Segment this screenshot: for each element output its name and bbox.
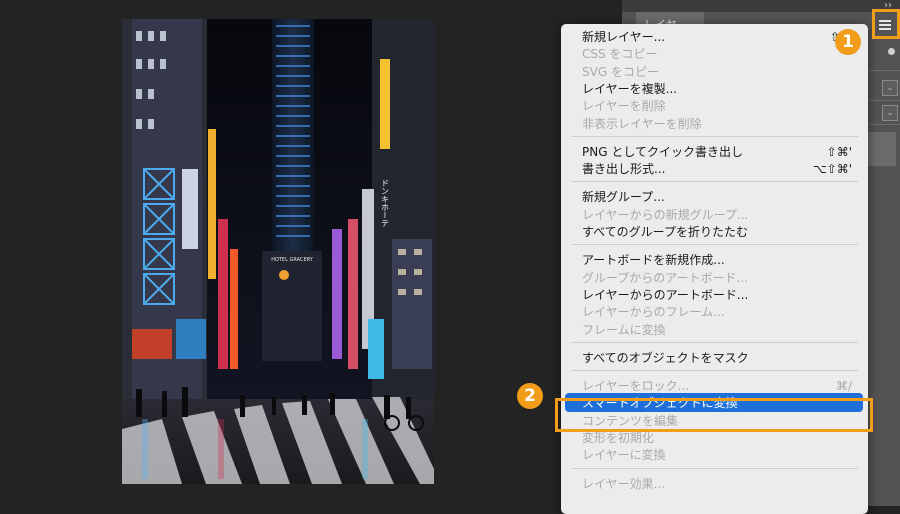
menu-item-label: 変形を初期化 — [582, 431, 655, 445]
menu-button-outline — [872, 9, 900, 39]
menu-item-label: グループからのアートボード... — [582, 270, 749, 285]
night-street-image: HOTEL GRACERY ドンキホーテ — [122, 19, 434, 484]
menu-separator — [571, 341, 858, 343]
menu-item: レイヤーからのフレーム... — [582, 304, 852, 320]
menu-item-label: すべてのグループを折りたたむ — [582, 225, 748, 239]
menu-separator — [571, 370, 858, 372]
menu-item[interactable]: すべてのグループを折りたたむ — [582, 224, 852, 240]
menu-item-label: レイヤーからの新規グループ... — [582, 207, 749, 222]
menu-item-label: すべてのオブジェクトをマスク — [582, 350, 749, 365]
visibility-dot-icon[interactable] — [888, 48, 895, 55]
step-badge-2: 2 — [517, 383, 543, 409]
menu-item[interactable]: 新規レイヤー...⇧⌘ — [582, 29, 852, 45]
menu-separator — [571, 135, 858, 137]
menu-item: SVG をコピー — [582, 64, 852, 80]
menu-item-label: PNG としてクイック書き出し — [582, 144, 743, 159]
menu-separator — [571, 181, 858, 183]
menu-item-label: 書き出し形式... — [582, 162, 666, 177]
panel-divider — [868, 100, 900, 101]
menu-item-label: 新規グループ... — [582, 190, 665, 205]
menu-separator — [571, 467, 858, 469]
menu-item[interactable]: 書き出し形式... ⌥⇧⌘' — [582, 161, 852, 177]
step-badge-1: 1 — [835, 29, 861, 55]
menu-item: 変形を初期化 — [582, 430, 852, 446]
panel-divider — [868, 124, 900, 125]
menu-item-label: レイヤーを削除 — [582, 99, 666, 114]
layer-thumbnail[interactable] — [868, 132, 896, 166]
menu-item[interactable]: すべてのオブジェクトをマスク — [582, 350, 852, 366]
menu-item: レイヤーをロック... ⌘/ — [582, 378, 852, 394]
dropdown-chevron-icon[interactable]: ⌄ — [882, 80, 898, 96]
menu-item-label: レイヤーに変換 — [582, 448, 666, 463]
menu-item: フレームに変換 — [582, 322, 852, 338]
menu-item-outline — [555, 398, 873, 432]
menu-item-label: アートボードを新規作成... — [582, 253, 725, 268]
menu-item-label: レイヤーからのアートボード... — [582, 287, 749, 302]
menu-item[interactable]: アートボードを新規作成... — [582, 252, 852, 268]
menu-item-label: レイヤー効果... — [582, 476, 666, 491]
layers-panel-context-menu: 新規レイヤー...⇧⌘ CSS をコピー SVG をコピーレイヤーを複製... レイヤ… — [561, 24, 868, 514]
menu-item: レイヤー効果... — [582, 476, 852, 492]
vertical-sign: ドンキホーテ — [381, 179, 390, 227]
menu-item-label: 新規レイヤー... — [582, 30, 666, 44]
menu-item: レイヤーからの新規グループ... — [582, 207, 852, 223]
menu-item: レイヤーを削除 — [582, 98, 852, 114]
menu-item-label: 非表示レイヤーを削除 — [582, 116, 702, 131]
menu-item-label: フレームに変換 — [582, 322, 666, 337]
panel-header-bar: ›› — [622, 0, 900, 12]
hotel-sign: HOTEL GRACERY — [271, 257, 314, 263]
menu-item-label: レイヤーからのフレーム... — [582, 305, 725, 320]
menu-item-label: レイヤーをロック... — [582, 379, 690, 394]
menu-item-shortcut: ⌘/ — [835, 379, 852, 394]
menu-item: レイヤーに変換 — [582, 447, 852, 463]
menu-separator — [571, 244, 858, 246]
menu-item: CSS をコピー — [582, 46, 852, 62]
menu-item-label: CSS をコピー — [582, 47, 658, 62]
menu-item[interactable]: 新規グループ... — [582, 189, 852, 205]
canvas-photo: HOTEL GRACERY ドンキホーテ — [122, 19, 434, 484]
menu-item: 非表示レイヤーを削除 — [582, 116, 852, 132]
panel-divider — [868, 70, 900, 71]
menu-item: グループからのアートボード... — [582, 270, 852, 286]
menu-item[interactable]: レイヤーを複製... — [582, 81, 852, 97]
menu-item-label: レイヤーを複製... — [582, 81, 678, 96]
menu-item-shortcut: ⇧⌘' — [826, 144, 852, 159]
menu-item-shortcut: ⌥⇧⌘' — [812, 162, 852, 177]
menu-item[interactable]: PNG としてクイック書き出し ⇧⌘' — [582, 144, 852, 160]
dropdown-chevron-icon[interactable]: ⌄ — [882, 105, 898, 121]
menu-item-label: SVG をコピー — [582, 64, 659, 79]
menu-item[interactable]: レイヤーからのアートボード... — [582, 287, 852, 303]
